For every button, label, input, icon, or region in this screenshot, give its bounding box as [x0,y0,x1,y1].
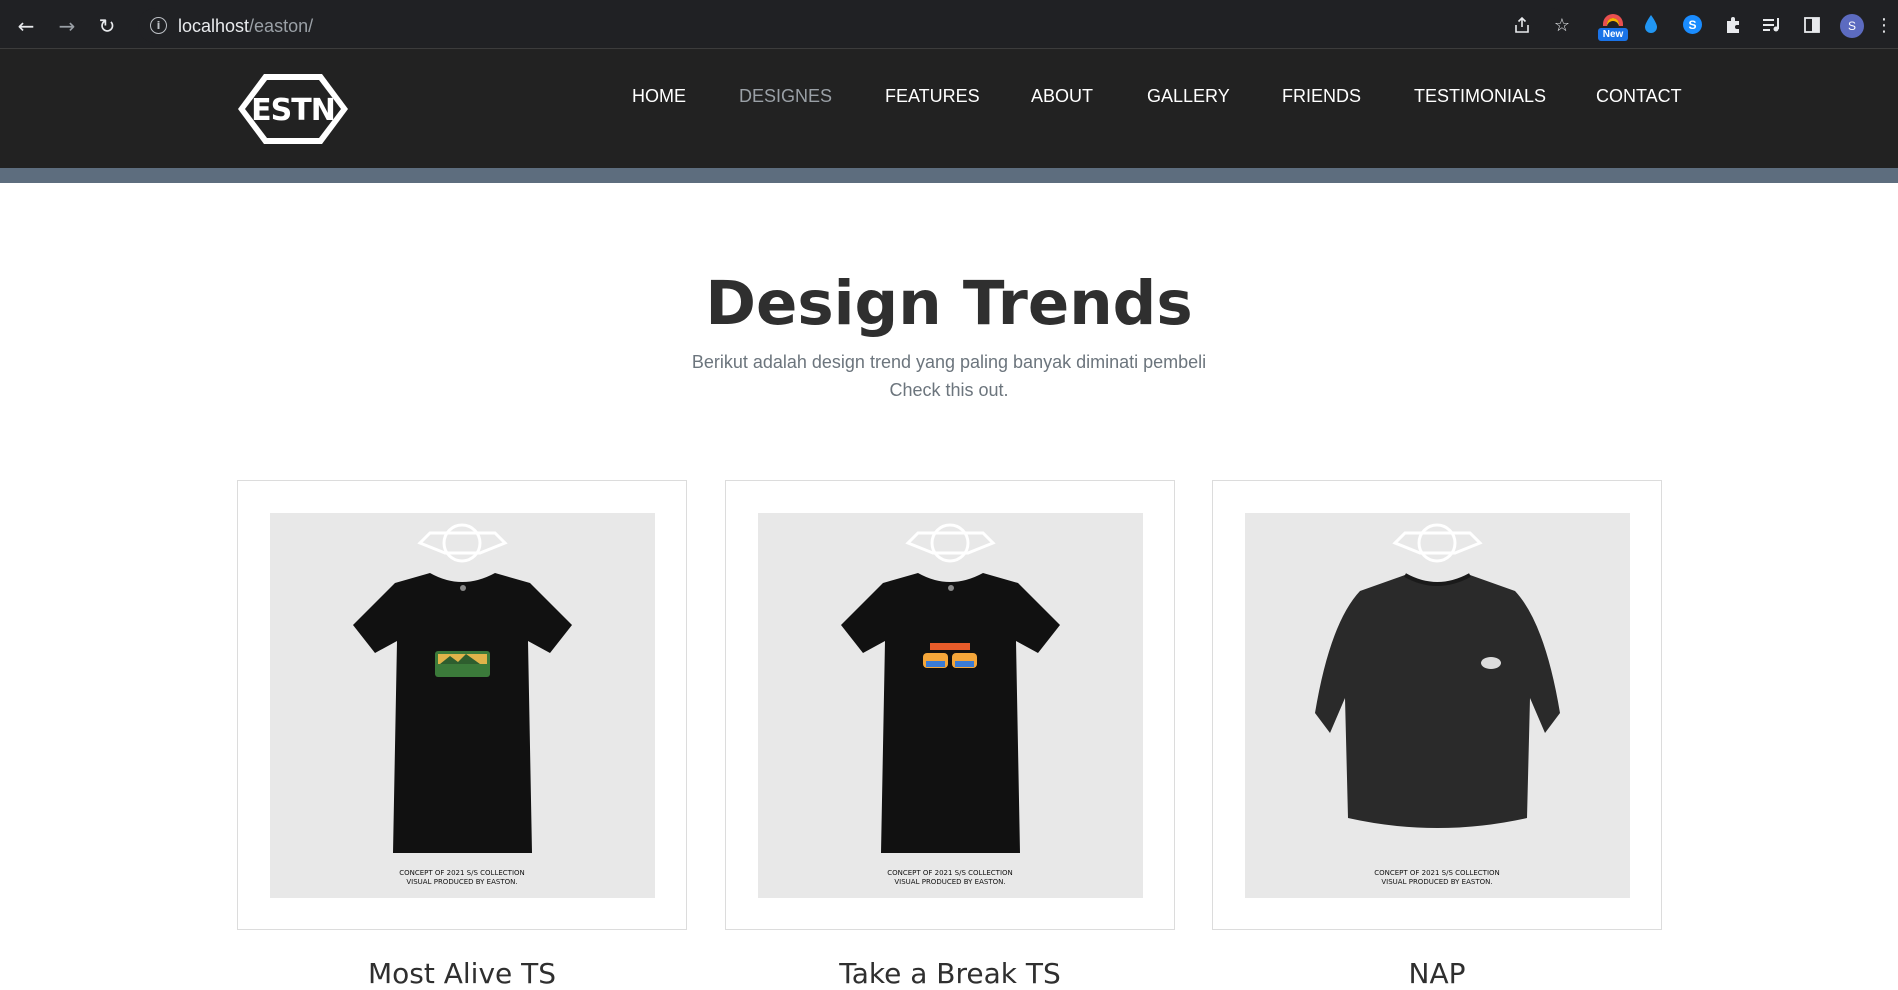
url-host: localhost [178,16,250,36]
product-caption: CONCEPT OF 2021 S/S COLLECTION [887,869,1013,877]
product-name[interactable]: Most Alive TS [237,957,687,990]
drop-extension-icon[interactable] [1643,14,1659,34]
header-accent-strip [0,168,1898,183]
product-caption: CONCEPT OF 2021 S/S COLLECTION [399,869,525,877]
estn-logo[interactable]: ESTN [236,72,350,146]
profile-avatar[interactable]: S [1840,14,1864,38]
section-subtitle: Berikut adalah design trend yang paling … [691,352,1207,372]
shazam-extension-icon[interactable]: S [1683,15,1702,34]
share-icon[interactable] [1509,12,1535,38]
product-caption-2: VISUAL PRODUCED BY EASTON. [894,878,1005,886]
site-header: ESTN HOME DESIGNES FEATURES ABOUT GALLER… [0,49,1898,168]
address-bar[interactable]: i localhost/easton/ [138,8,1568,43]
product-image[interactable]: CONCEPT OF 2021 S/S COLLECTION VISUAL PR… [758,513,1143,898]
browser-toolbar: ← → ↻ i localhost/easton/ ☆ New S S ⋮ [0,0,1898,49]
back-icon[interactable]: ← [12,12,40,40]
rainbow-icon [1603,14,1623,26]
url-text[interactable]: localhost/easton/ [178,16,313,37]
media-queue-icon[interactable] [1759,12,1785,38]
extensions-puzzle-icon[interactable] [1720,12,1746,38]
nav-features[interactable]: FEATURES [885,86,980,107]
nav-designes[interactable]: DESIGNES [739,86,832,107]
nav-gallery[interactable]: GALLERY [1147,86,1230,107]
menu-kebab-icon[interactable]: ⋮ [1875,12,1893,38]
product-caption: CONCEPT OF 2021 S/S COLLECTION [1374,869,1500,877]
side-panel-icon[interactable] [1799,12,1825,38]
url-path: /easton/ [249,16,314,36]
site-info-icon[interactable]: i [150,17,167,34]
bookmark-star-icon[interactable]: ☆ [1549,12,1575,38]
section-subtitle-2: Check this out. [889,380,1009,400]
section-title: Design Trends [705,268,1193,339]
product-name[interactable]: NAP [1212,957,1662,990]
product-image[interactable]: CONCEPT OF 2021 S/S COLLECTION VISUAL PR… [1245,513,1630,898]
product-name[interactable]: Take a Break TS [725,957,1175,990]
product-caption-2: VISUAL PRODUCED BY EASTON. [1381,878,1492,886]
nav-home[interactable]: HOME [632,86,686,107]
logo-text: ESTN [251,93,335,128]
forward-icon[interactable]: → [53,12,81,40]
new-badge: New [1598,28,1628,41]
nav-contact[interactable]: CONTACT [1596,86,1682,107]
product-card[interactable]: CONCEPT OF 2021 S/S COLLECTION VISUAL PR… [237,480,687,930]
product-caption-2: VISUAL PRODUCED BY EASTON. [406,878,517,886]
nav-about[interactable]: ABOUT [1031,86,1093,107]
reload-icon[interactable]: ↻ [93,12,121,40]
nav-testimonials[interactable]: TESTIMONIALS [1414,86,1546,107]
product-card[interactable]: CONCEPT OF 2021 S/S COLLECTION VISUAL PR… [1212,480,1662,930]
rainbow-extension-icon[interactable]: New [1598,12,1628,44]
product-image[interactable]: CONCEPT OF 2021 S/S COLLECTION VISUAL PR… [270,513,655,898]
nav-friends[interactable]: FRIENDS [1282,86,1361,107]
product-card[interactable]: CONCEPT OF 2021 S/S COLLECTION VISUAL PR… [725,480,1175,930]
